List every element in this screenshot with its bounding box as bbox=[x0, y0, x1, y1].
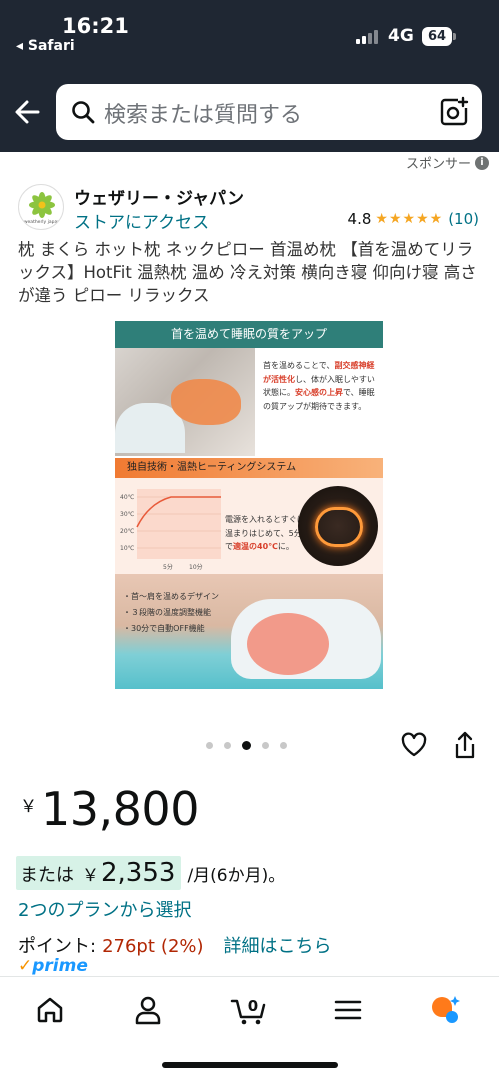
image-section-heading: 独自技術・温熱ヒーティングシステム bbox=[115, 458, 383, 478]
back-to-safari-link[interactable]: ◂ Safari bbox=[16, 38, 75, 54]
price: ￥ 13,800 bbox=[20, 782, 199, 836]
search-icon bbox=[70, 99, 96, 125]
points-percent: (2%) bbox=[160, 936, 204, 957]
select-plan-link[interactable]: 2つのプランから選択 bbox=[18, 896, 191, 922]
graph-y-tick: 40℃ bbox=[120, 494, 135, 501]
heating-pad-photo bbox=[247, 613, 329, 675]
carousel-dots[interactable] bbox=[206, 741, 287, 750]
back-arrow-icon[interactable] bbox=[10, 92, 46, 132]
camera-search-icon[interactable] bbox=[438, 96, 470, 128]
share-icon[interactable] bbox=[452, 730, 478, 760]
graph-x-tick: 10分 bbox=[189, 563, 203, 571]
graph-y-tick: 20℃ bbox=[120, 528, 135, 535]
cart-count: 0 bbox=[248, 997, 258, 1015]
brand-name[interactable]: ウェザリー・ジャパン bbox=[74, 184, 244, 209]
heating-coil bbox=[315, 507, 363, 547]
brand-logo[interactable]: weatherly japan bbox=[18, 184, 64, 230]
cart-icon[interactable]: 0 bbox=[230, 993, 270, 1027]
product-title[interactable]: 枕 まくら ホット枕 ネックピロー 首温め枕 【首を温めてリラックス】HotFi… bbox=[18, 238, 480, 307]
network-type: 4G bbox=[388, 26, 414, 46]
sponsored-text: スポンサー bbox=[405, 157, 471, 172]
review-count-link[interactable]: (10) bbox=[448, 210, 479, 228]
feature-list: ・首〜肩を温めるデザイン ・３段階の温度調整機能 ・30分で自動OFF機能 bbox=[123, 589, 219, 637]
home-indicator bbox=[162, 1062, 338, 1068]
image-text-2: 電源を入れるとすぐに温まりはじめて、5分で適温の40℃に。 bbox=[225, 515, 305, 551]
carousel-dot[interactable] bbox=[262, 742, 269, 749]
feature-item: ・３段階の温度調整機能 bbox=[123, 608, 211, 617]
heart-icon[interactable] bbox=[400, 731, 428, 759]
info-icon[interactable]: i bbox=[475, 155, 489, 170]
installment-info: または ￥ 2,353 /月(6か月)。 bbox=[16, 856, 285, 890]
installment-highlight: または ￥ 2,353 bbox=[16, 856, 182, 890]
points-info: ポイント: 276pt (2%) 詳細はこちら bbox=[18, 932, 332, 958]
carousel-dot[interactable] bbox=[206, 742, 213, 749]
search-placeholder: 検索または質問する bbox=[104, 103, 303, 128]
image-heading: 首を温めて睡眠の質をアップ bbox=[115, 321, 383, 348]
account-icon[interactable] bbox=[131, 993, 165, 1027]
feature-item: ・30分で自動OFF機能 bbox=[123, 624, 205, 633]
points-detail-link[interactable]: 詳細はこちら bbox=[224, 932, 332, 958]
menu-icon[interactable] bbox=[331, 993, 365, 1027]
neck-heat-glow bbox=[171, 379, 241, 425]
points-value: 276pt bbox=[102, 936, 155, 957]
carousel-dot[interactable] bbox=[224, 742, 231, 749]
feature-item: ・首〜肩を温めるデザイン bbox=[123, 592, 219, 601]
brand-logo-text: weatherly japan bbox=[24, 219, 60, 225]
graph-y-tick: 10℃ bbox=[120, 545, 135, 552]
visit-store-link[interactable]: ストアにアクセス bbox=[74, 208, 209, 233]
status-time: 16:21 bbox=[62, 14, 129, 38]
product-image[interactable]: 首を温めて睡眠の質をアップ 首を温めることで、副交感神経が活性化し、体が入眠しや… bbox=[115, 321, 383, 689]
image-text-1: 首を温めることで、副交感神経が活性化し、体が入眠しやすい状態に。安心感の上昇で、… bbox=[263, 361, 375, 411]
rating-summary[interactable]: 4.8 ★ ★ ★ ★ ★ (10) bbox=[348, 210, 479, 228]
carousel-dot-active[interactable] bbox=[242, 741, 251, 750]
search-input[interactable]: 検索または質問する bbox=[56, 84, 482, 140]
signal-icon bbox=[356, 30, 382, 44]
home-icon[interactable] bbox=[33, 993, 67, 1027]
carousel-dot[interactable] bbox=[280, 742, 287, 749]
temperature-graph: 40℃ 30℃ 20℃ 10℃ 5分 10分 bbox=[120, 489, 221, 571]
graph-x-tick: 5分 bbox=[163, 563, 173, 571]
installment-period: /月(6か月)。 bbox=[187, 865, 286, 886]
battery-icon: 64 bbox=[422, 27, 456, 46]
rufus-assistant-icon[interactable] bbox=[428, 993, 462, 1027]
graph-y-tick: 30℃ bbox=[120, 511, 135, 518]
header-bar: 16:21 ◂ Safari 4G 64 検索または質問する bbox=[0, 0, 499, 152]
star-rating-icon: ★ ★ ★ ★ ★ bbox=[375, 211, 443, 227]
rating-score: 4.8 bbox=[347, 210, 372, 228]
sponsored-label[interactable]: スポンサー i bbox=[406, 153, 489, 172]
price-amount: 13,800 bbox=[41, 782, 199, 836]
price-currency: ￥ bbox=[20, 797, 37, 817]
